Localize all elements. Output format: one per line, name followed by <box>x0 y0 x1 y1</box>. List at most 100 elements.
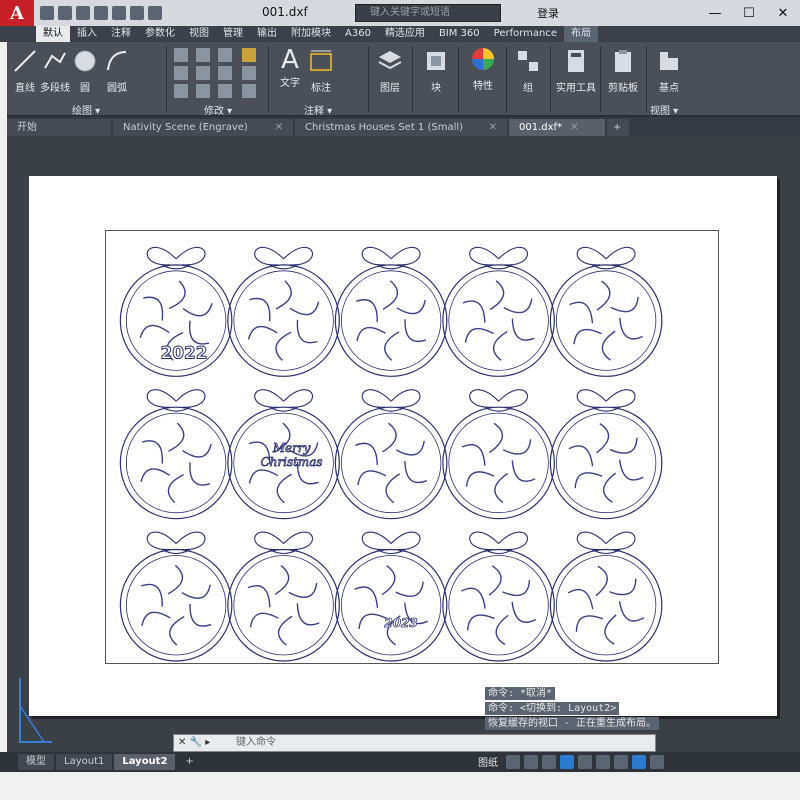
draw-panel-label[interactable]: 绘图 ▾ <box>72 102 100 117</box>
base-point-label: 基点 <box>659 83 679 94</box>
polar-icon[interactable] <box>524 754 538 769</box>
tab-view[interactable]: 视图 <box>182 26 216 42</box>
ornament-outline <box>442 246 555 377</box>
isolate-icon[interactable] <box>632 754 646 769</box>
group-tool[interactable]: 组 <box>514 48 542 94</box>
base-point-tool[interactable]: 基点 <box>654 48 684 94</box>
lineweight-icon[interactable] <box>560 754 574 769</box>
circle-tool[interactable]: 圆 <box>72 48 98 94</box>
paper-space-toggle[interactable]: 图纸 <box>478 754 498 769</box>
ornament-outline <box>227 531 340 662</box>
close-tab-icon[interactable]: ✕ <box>570 119 578 136</box>
doc-tab-nativity[interactable]: Nativity Scene (Engrave) 3mm.dxf* ✕ <box>113 119 293 150</box>
new-icon[interactable] <box>40 6 54 20</box>
ornament-outline <box>334 246 448 377</box>
status-bar: 模型 Layout1 Layout2 + <box>0 752 800 772</box>
tab-bim360[interactable]: BIM 360 <box>432 26 487 42</box>
command-history: 命令: *取消* 命令: <切换到: Layout2> 恢复缓存的视口 - 正在… <box>485 687 660 732</box>
modify-panel-label[interactable]: 修改 ▾ <box>204 102 232 117</box>
open-icon[interactable] <box>58 6 72 20</box>
doc-tab-001[interactable]: 001.dxf* ✕ <box>509 119 605 136</box>
workspace-gear-icon[interactable] <box>596 754 610 769</box>
clipboard-tool[interactable]: 剪贴板 <box>606 48 640 94</box>
minimize-button[interactable]: — <box>698 0 732 26</box>
drawing-canvas[interactable]: 2022 Merry Christmas 2023 <box>7 136 800 752</box>
ornament-outline <box>227 246 340 377</box>
command-history-line: 恢复缓存的视口 - 正在重生成布局。 <box>485 717 660 730</box>
save-icon[interactable] <box>76 6 90 20</box>
search-input[interactable]: 键入关键字或短语 <box>355 4 501 22</box>
annotation-panel-label[interactable]: 注释 ▾ <box>304 102 332 117</box>
text-tool[interactable]: A 文字 <box>276 46 304 89</box>
separator <box>646 46 647 112</box>
polyline-tool[interactable]: 多段线 <box>40 48 70 94</box>
redo-icon[interactable] <box>148 6 162 20</box>
base-point-icon <box>660 52 678 70</box>
doc-tab-label: 开始 <box>17 122 37 133</box>
polyline-label: 多段线 <box>40 83 70 94</box>
close-tab-icon[interactable]: ✕ <box>489 119 497 136</box>
utilities-tool[interactable]: 实用工具 <box>556 48 596 94</box>
maximize-button[interactable]: ☐ <box>732 0 766 26</box>
arc-tool[interactable]: 圆弧 <box>104 48 130 94</box>
tab-addins[interactable]: 附加模块 <box>284 26 338 42</box>
ornament-outline <box>549 531 663 662</box>
doc-tab-christmas-houses[interactable]: Christmas Houses Set 1 (Small) 3mm.dxf* ✕ <box>295 119 507 150</box>
close-tab-icon[interactable]: ✕ <box>275 119 283 136</box>
annotation-scale-icon[interactable] <box>578 754 592 769</box>
tab-performance[interactable]: Performance <box>487 26 564 42</box>
undo-icon[interactable] <box>130 6 144 20</box>
snap-icon[interactable] <box>506 754 520 769</box>
tab-insert[interactable]: 插入 <box>70 26 104 42</box>
tab-output[interactable]: 输出 <box>250 26 284 42</box>
taskbar-strip <box>0 772 800 800</box>
customize-menu-icon[interactable] <box>650 754 664 769</box>
new-tab-button[interactable]: + <box>607 119 629 136</box>
command-history-line: 命令: <切换到: Layout2> <box>485 702 620 715</box>
ornament-outline <box>334 389 448 520</box>
command-tools-icon[interactable]: ✕ 🔧 ▸ <box>178 735 210 751</box>
zoom-plus-icon[interactable] <box>614 754 628 769</box>
year-label-2022: 2022 <box>161 342 208 362</box>
polyline-icon <box>44 52 66 69</box>
tab-default[interactable]: 默认 <box>36 26 70 42</box>
command-placeholder: 键入命令 <box>236 737 276 748</box>
print-icon[interactable] <box>112 6 126 20</box>
command-history-line: 命令: *取消* <box>485 687 556 700</box>
dimension-tool[interactable]: 标注 <box>307 48 335 94</box>
view-panel-label[interactable]: 视图 ▾ <box>650 102 678 117</box>
layers-tool[interactable]: 图层 <box>376 48 404 94</box>
tab-featured-apps[interactable]: 精选应用 <box>378 26 432 42</box>
tab-layout[interactable]: 布局 <box>564 26 599 42</box>
tab-annotate[interactable]: 注释 <box>104 26 138 42</box>
close-button[interactable]: ✕ <box>766 0 800 26</box>
tab-manage[interactable]: 管理 <box>216 26 250 42</box>
ornament-outline <box>549 246 663 377</box>
tab-parametric[interactable]: 参数化 <box>138 26 182 42</box>
osnap-icon[interactable] <box>542 754 556 769</box>
modify-tools-grid[interactable] <box>172 46 264 100</box>
merry-label: Merry <box>272 441 311 455</box>
layout-tab-layout1[interactable]: Layout1 <box>56 754 113 770</box>
layout-tab-model[interactable]: 模型 <box>18 754 54 770</box>
add-layout-button[interactable]: + <box>177 754 201 770</box>
window-controls: — ☐ ✕ <box>698 0 800 26</box>
login-button[interactable]: 登录 <box>537 5 559 21</box>
layout-tab-layout2[interactable]: Layout2 <box>114 754 176 770</box>
doc-tab-start[interactable]: 开始 <box>7 119 111 136</box>
separator <box>368 46 369 112</box>
saveas-icon[interactable] <box>94 6 108 20</box>
command-input[interactable]: ✕ 🔧 ▸ 键入命令 <box>173 734 656 752</box>
group-label: 组 <box>523 83 533 94</box>
line-tool[interactable]: 直线 <box>10 48 40 94</box>
properties-tool[interactable]: 特性 <box>466 46 500 92</box>
block-tool[interactable]: 块 <box>422 48 450 94</box>
line-icon <box>14 50 36 72</box>
tab-a360[interactable]: A360 <box>338 26 378 42</box>
document-tab-bar: 开始 Nativity Scene (Engrave) 3mm.dxf* ✕ Ch… <box>7 117 800 150</box>
christmas-label: Christmas <box>261 455 323 469</box>
layout-paper: 2022 Merry Christmas 2023 <box>29 176 777 716</box>
doc-tab-label: Christmas Houses Set 1 (Small) 3mm.dxf* <box>305 122 464 150</box>
ornament-outline <box>119 389 233 520</box>
application-menu-button[interactable]: A <box>0 0 34 26</box>
